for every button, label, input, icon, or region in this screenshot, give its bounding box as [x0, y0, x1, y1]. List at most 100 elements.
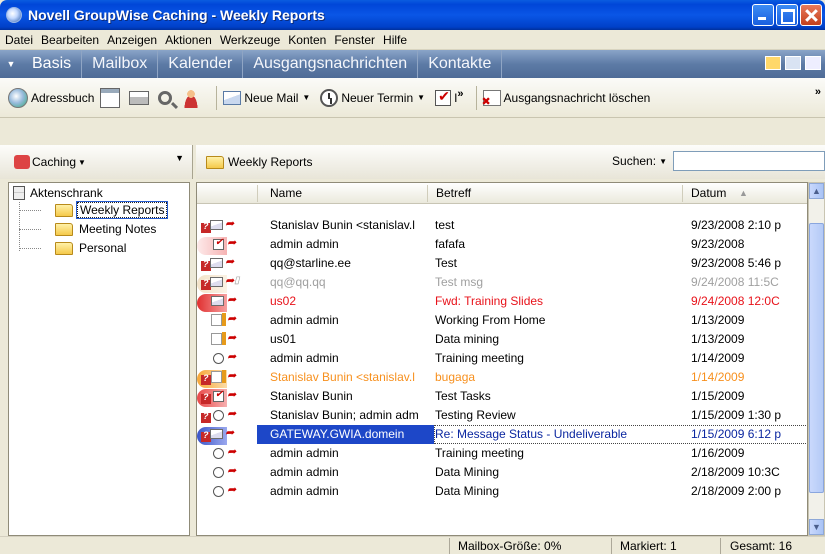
cell-name: Stanislav Bunin <stanislav.l	[270, 370, 415, 384]
menu-bearbeiten[interactable]: Bearbeiten	[41, 33, 99, 47]
new-appointment-button[interactable]: Neuer Termin ▼	[320, 88, 429, 107]
vertical-scrollbar[interactable]: ▲ ▼	[808, 182, 825, 536]
address-book-label: Adressbuch	[31, 90, 95, 105]
menu-datei[interactable]: Datei	[5, 33, 33, 47]
table-row[interactable]: ➦ us01 Data mining 1/13/2009	[197, 330, 807, 349]
caching-mode-label: Caching	[32, 155, 77, 169]
cell-name: Stanislav Bunin <stanislav.l	[270, 218, 415, 232]
folder-label: Personal	[79, 241, 127, 255]
menu-fenster[interactable]: Fenster	[334, 33, 375, 47]
menu-konten[interactable]: Konten	[288, 33, 326, 47]
tab-mailbox[interactable]: Mailbox	[82, 50, 159, 78]
cell-name: admin admin	[270, 484, 339, 498]
cell-name: GATEWAY.GWIA.domein	[270, 427, 405, 441]
calendar-view-button[interactable]	[100, 87, 123, 108]
status-divider	[720, 538, 721, 554]
folder-view-icon[interactable]	[765, 56, 781, 70]
cell-date: 1/16/2009	[691, 446, 745, 460]
cell-date: 1/15/2009 6:12 p	[691, 427, 782, 441]
table-row[interactable]: ➦ admin admin Working From Home 1/13/200…	[197, 311, 807, 330]
scroll-down-icon[interactable]: ▼	[809, 519, 824, 535]
list-view-icon[interactable]	[785, 56, 801, 70]
cell-subject: Test	[435, 256, 458, 270]
table-row[interactable]: ➦ Stanislav Bunin Test Tasks 1/15/2009	[197, 387, 807, 407]
overflow-chevron-icon[interactable]: »	[457, 88, 463, 100]
cell-subject: Training meeting	[435, 351, 524, 365]
toolbar-separator	[216, 85, 218, 110]
chevron-down-icon[interactable]: ▼	[417, 93, 425, 102]
cell-date: 9/23/2008	[691, 237, 745, 251]
magnifier-icon	[158, 90, 173, 105]
status-bar: Mailbox-Größe: 0% Markiert: 1 Gesamt: 16	[0, 536, 825, 554]
cell-name: admin admin	[270, 351, 339, 365]
table-row[interactable]: ➦ Stanislav Bunin; admin adm Testing Rev…	[197, 406, 807, 425]
column-divider	[427, 185, 428, 202]
minimize-button[interactable]	[752, 4, 774, 26]
close-button[interactable]	[800, 4, 822, 26]
address-book-button[interactable]: Adressbuch	[8, 87, 95, 108]
chevron-down-icon[interactable]: ▼	[302, 93, 310, 102]
user-button[interactable]	[181, 87, 204, 108]
table-row[interactable]: ➦ Stanislav Bunin <stanislav.l test 9/23…	[197, 216, 807, 235]
tree-root-cabinet[interactable]: Aktenschrank	[13, 186, 103, 200]
caching-mode-header[interactable]: Caching ▼ ▼	[0, 145, 193, 179]
tree-line	[19, 248, 41, 249]
cell-date: 9/24/2008 11:5C	[691, 275, 779, 289]
table-row[interactable]: ➦ admin admin Training meeting 1/14/2009	[197, 349, 807, 368]
maximize-button[interactable]	[776, 4, 798, 26]
table-row[interactable]: ➦ us02 Fwd: Training Slides 9/24/2008 12…	[197, 292, 807, 312]
toolbar-overflow-icon[interactable]: »	[815, 86, 821, 98]
delete-outgoing-label: Ausgangsnachricht löschen	[503, 90, 651, 105]
cell-subject: Testing Review	[435, 408, 516, 422]
table-row[interactable]: ➦ admin admin Data Mining 2/18/2009 10:3…	[197, 463, 807, 482]
new-appointment-label: Neuer Termin	[341, 90, 414, 105]
tab-basis[interactable]: Basis	[22, 50, 83, 78]
print-button[interactable]	[129, 90, 152, 105]
cell-subject: Training meeting	[435, 446, 524, 460]
find-button[interactable]	[158, 90, 175, 105]
folder-list-dropdown-icon[interactable]: ▼	[175, 153, 184, 163]
tab-kontakte[interactable]: Kontakte	[418, 50, 503, 78]
tab-kalender[interactable]: Kalender	[158, 50, 244, 78]
menu-aktionen[interactable]: Aktionen	[165, 33, 212, 47]
column-header-date[interactable]: Datum	[691, 186, 726, 200]
column-header-name[interactable]: Name	[270, 186, 302, 200]
sort-ascending-icon: ▲	[739, 188, 748, 198]
nav-dropdown-icon[interactable]: ▼	[0, 59, 22, 69]
cell-date: 1/14/2009	[691, 351, 745, 365]
title-bar: Novell GroupWise Caching - Weekly Report…	[0, 0, 825, 30]
delete-outgoing-button[interactable]: Ausgangsnachricht löschen	[482, 89, 651, 108]
new-task-button[interactable]: I »	[435, 88, 464, 106]
scroll-up-icon[interactable]: ▲	[809, 183, 824, 199]
clock-icon	[320, 88, 339, 107]
folder-meeting-notes[interactable]: Meeting Notes	[55, 221, 158, 237]
table-row[interactable]: ➦ admin admin Data Mining 2/18/2009 2:00…	[197, 482, 807, 501]
menu-werkzeuge[interactable]: Werkzeuge	[220, 33, 280, 47]
address-book-icon	[8, 87, 28, 108]
table-row[interactable]: ➦ admin admin fafafa 9/23/2008	[197, 235, 807, 255]
search-input[interactable]	[673, 151, 825, 171]
search-label[interactable]: Suchen:	[612, 154, 656, 168]
menu-anzeigen[interactable]: Anzeigen	[107, 33, 157, 47]
table-row-selected[interactable]: ➦ GATEWAY.GWIA.domein Re: Message Status…	[197, 425, 807, 445]
chevron-down-icon[interactable]: ▼	[659, 157, 667, 166]
folder-personal[interactable]: Personal	[55, 240, 128, 256]
tab-ausgangsnachrichten[interactable]: Ausgangsnachrichten	[243, 50, 419, 78]
column-header-subject[interactable]: Betreff	[436, 186, 471, 200]
table-row[interactable]: ➦ Stanislav Bunin <stanislav.l bugaga 1/…	[197, 368, 807, 388]
tree-line	[19, 229, 41, 230]
cell-name: Stanislav Bunin	[270, 389, 353, 403]
folder-tree: Aktenschrank Weekly Reports Meeting Note…	[8, 182, 190, 536]
cell-subject: test	[435, 218, 455, 232]
cell-date: 1/15/2009	[691, 389, 745, 403]
new-mail-button[interactable]: Neue Mail ▼	[223, 90, 314, 105]
menu-bar: Datei Bearbeiten Anzeigen Aktionen Werkz…	[0, 30, 825, 50]
detail-view-icon[interactable]	[805, 56, 821, 70]
table-row[interactable]: ➦ qq@starline.ee Test 9/23/2008 5:46 p	[197, 254, 807, 273]
scroll-thumb[interactable]	[809, 223, 824, 493]
menu-hilfe[interactable]: Hilfe	[383, 33, 407, 47]
table-row[interactable]: ➦ admin admin Training meeting 1/16/2009	[197, 444, 807, 463]
folder-icon	[55, 241, 73, 255]
table-row[interactable]: ➦▯ qq@qq.qq Test msg 9/24/2008 11:5C	[197, 273, 807, 293]
folder-weekly-reports[interactable]: Weekly Reports	[55, 201, 169, 219]
